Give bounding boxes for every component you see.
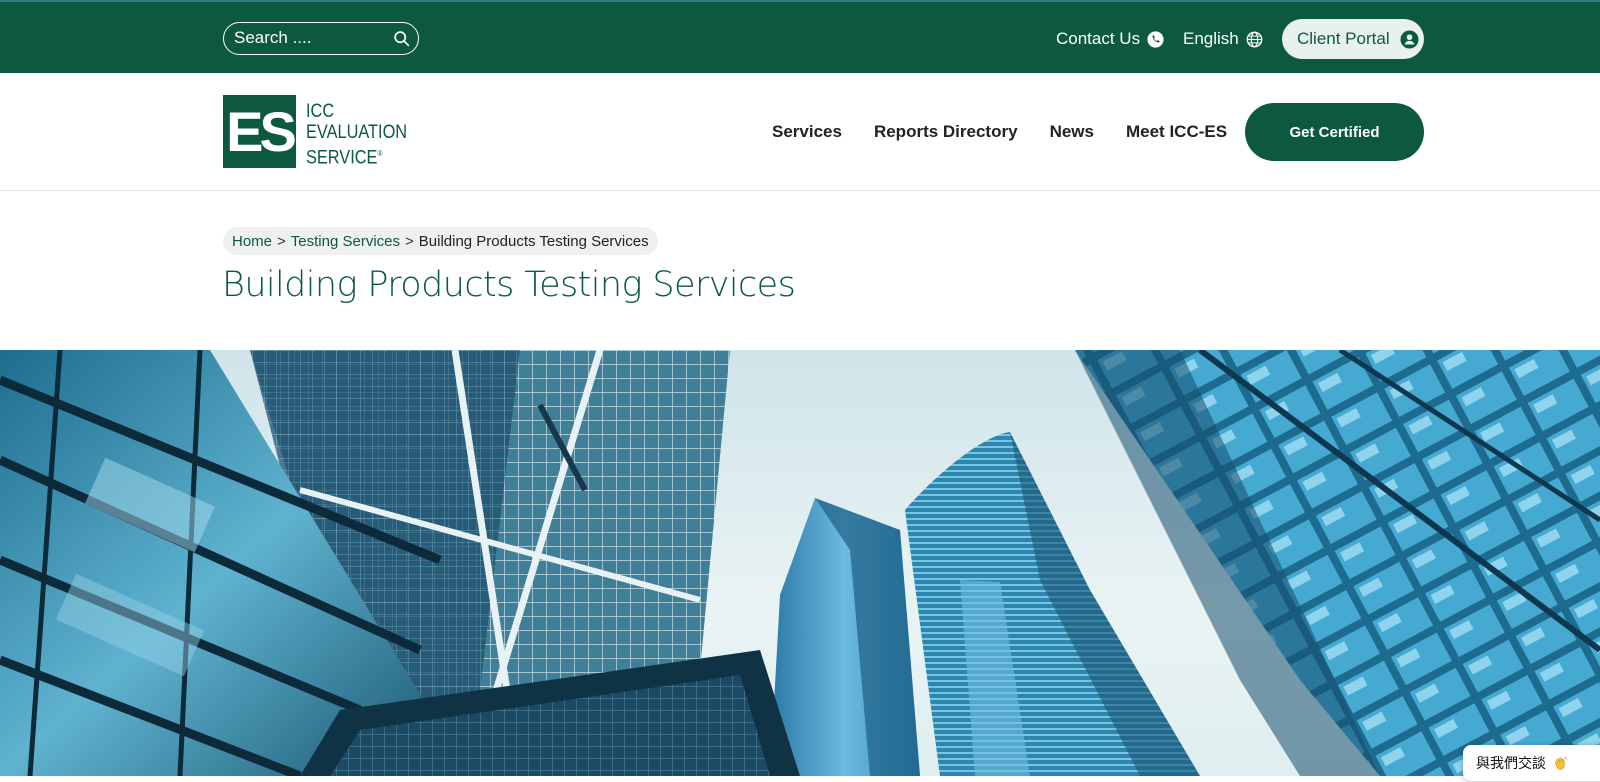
- client-portal-button[interactable]: Client Portal: [1282, 19, 1424, 59]
- client-portal-label: Client Portal: [1297, 29, 1390, 48]
- contact-us-link[interactable]: Contact Us: [1056, 26, 1164, 52]
- nav-item-reports-directory[interactable]: Reports Directory: [874, 122, 1018, 142]
- breadcrumb-current: Building Products Testing Services: [418, 232, 649, 250]
- logo-wordmark: ICC EVALUATION SERVICE®: [306, 101, 408, 169]
- main-header: ES ICC EVALUATION SERVICE® Services Repo…: [0, 73, 1600, 191]
- logo-mark: ES: [223, 95, 297, 168]
- hero-image: [0, 350, 1600, 776]
- waving-hand-icon: [1555, 756, 1567, 770]
- globe-icon: [1246, 31, 1263, 47]
- language-label: English: [1183, 29, 1239, 48]
- page-title: Building Products Testing Services: [222, 265, 796, 305]
- breadcrumb: Home > Testing Services > Building Produ…: [223, 227, 658, 255]
- nav-item-meet-icc-es[interactable]: Meet ICC-ES: [1126, 122, 1227, 142]
- chat-widget[interactable]: 與我們交談: [1463, 745, 1600, 781]
- search-icon[interactable]: [393, 30, 410, 47]
- skyscrapers-illustration: [0, 350, 1600, 776]
- chat-widget-label: 與我們交談: [1476, 755, 1546, 771]
- nav-item-news[interactable]: News: [1050, 122, 1094, 142]
- search-input[interactable]: [234, 27, 384, 49]
- search-box[interactable]: [223, 22, 419, 55]
- contact-us-label: Contact Us: [1056, 29, 1141, 48]
- get-certified-button[interactable]: Get Certified: [1245, 103, 1424, 161]
- breadcrumb-home[interactable]: Home: [232, 233, 272, 250]
- nav-item-services[interactable]: Services: [772, 122, 842, 142]
- user-circle-icon: [1400, 29, 1419, 49]
- breadcrumb-testing-services[interactable]: Testing Services: [291, 233, 400, 250]
- language-selector[interactable]: English: [1183, 26, 1263, 52]
- icc-es-logo[interactable]: ES ICC EVALUATION SERVICE®: [223, 95, 424, 168]
- breadcrumb-separator: >: [277, 232, 286, 250]
- main-nav: Services Reports Directory News Meet ICC…: [772, 122, 1259, 142]
- breadcrumb-separator: >: [405, 232, 414, 250]
- phone-icon: [1147, 30, 1164, 48]
- top-utility-bar: Contact Us English Client Portal: [0, 0, 1600, 73]
